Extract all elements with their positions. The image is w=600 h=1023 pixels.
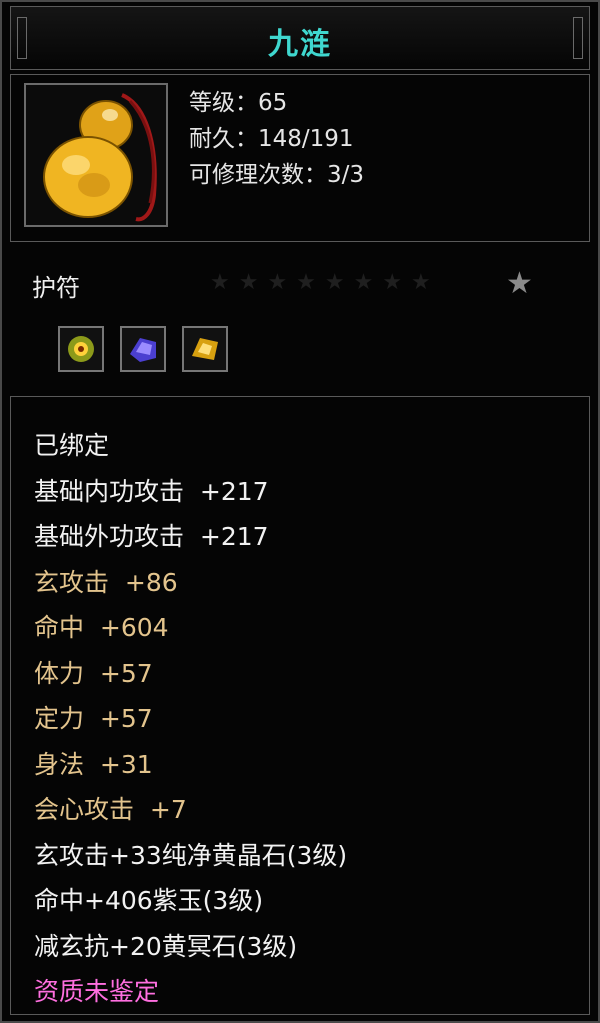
attr-mystic-attack: 玄攻击 +86 xyxy=(34,567,178,597)
item-stats: 等级：65 耐久：148/191 可修理次数：3/3 xyxy=(189,85,364,193)
attr-accuracy: 命中 +604 xyxy=(34,613,169,642)
stat-level: 等级：65 xyxy=(189,90,288,116)
attr-bound: 已绑定 xyxy=(34,431,110,460)
stat-durability: 耐久：148/191 xyxy=(189,126,354,152)
attr-agility: 身法 +31 xyxy=(34,749,153,779)
purple-gem-icon[interactable] xyxy=(120,326,166,372)
green-gold-gem-icon[interactable] xyxy=(58,326,104,372)
item-icon-slot xyxy=(24,83,168,227)
attr-gem-yellow-netherstone: 减玄抗+20黄冥石(3级) xyxy=(34,931,298,961)
attributes-list: 已绑定 基础内功攻击 +217 基础外功攻击 +217 玄攻击 +86 命中 +… xyxy=(34,423,347,1015)
yellow-gem-icon[interactable] xyxy=(182,326,228,372)
item-header: 等级：65 耐久：148/191 可修理次数：3/3 xyxy=(10,74,590,242)
star-rating-icon: ★ xyxy=(506,266,533,301)
attr-gem-yellow-crystal: 玄攻击+33纯净黄晶石(3级) xyxy=(34,840,348,870)
attr-base-external-attack: 基础外功攻击 +217 xyxy=(34,522,269,551)
stat-repairs: 可修理次数：3/3 xyxy=(189,162,365,188)
item-name: 九涟 xyxy=(268,27,332,62)
amulet-gourd-icon xyxy=(43,93,157,222)
title-bar: 九涟 xyxy=(10,6,590,70)
attr-focus: 定力 +57 xyxy=(34,704,153,733)
item-type: 护符 xyxy=(32,274,80,302)
attributes-panel: 已绑定 基础内功攻击 +217 基础外功攻击 +217 玄攻击 +86 命中 +… xyxy=(10,396,590,1015)
attr-stamina: 体力 +57 xyxy=(34,658,153,688)
star-rating-empty: ★★★★★★★★ xyxy=(210,270,440,295)
attr-critical-attack: 会心攻击 +7 xyxy=(34,795,187,824)
attr-base-internal-attack: 基础内功攻击 +217 xyxy=(34,476,269,506)
attr-quality-unidentified: 资质未鉴定 xyxy=(34,977,160,1006)
attr-gem-purple-jade: 命中+406紫玉(3级) xyxy=(34,886,264,915)
